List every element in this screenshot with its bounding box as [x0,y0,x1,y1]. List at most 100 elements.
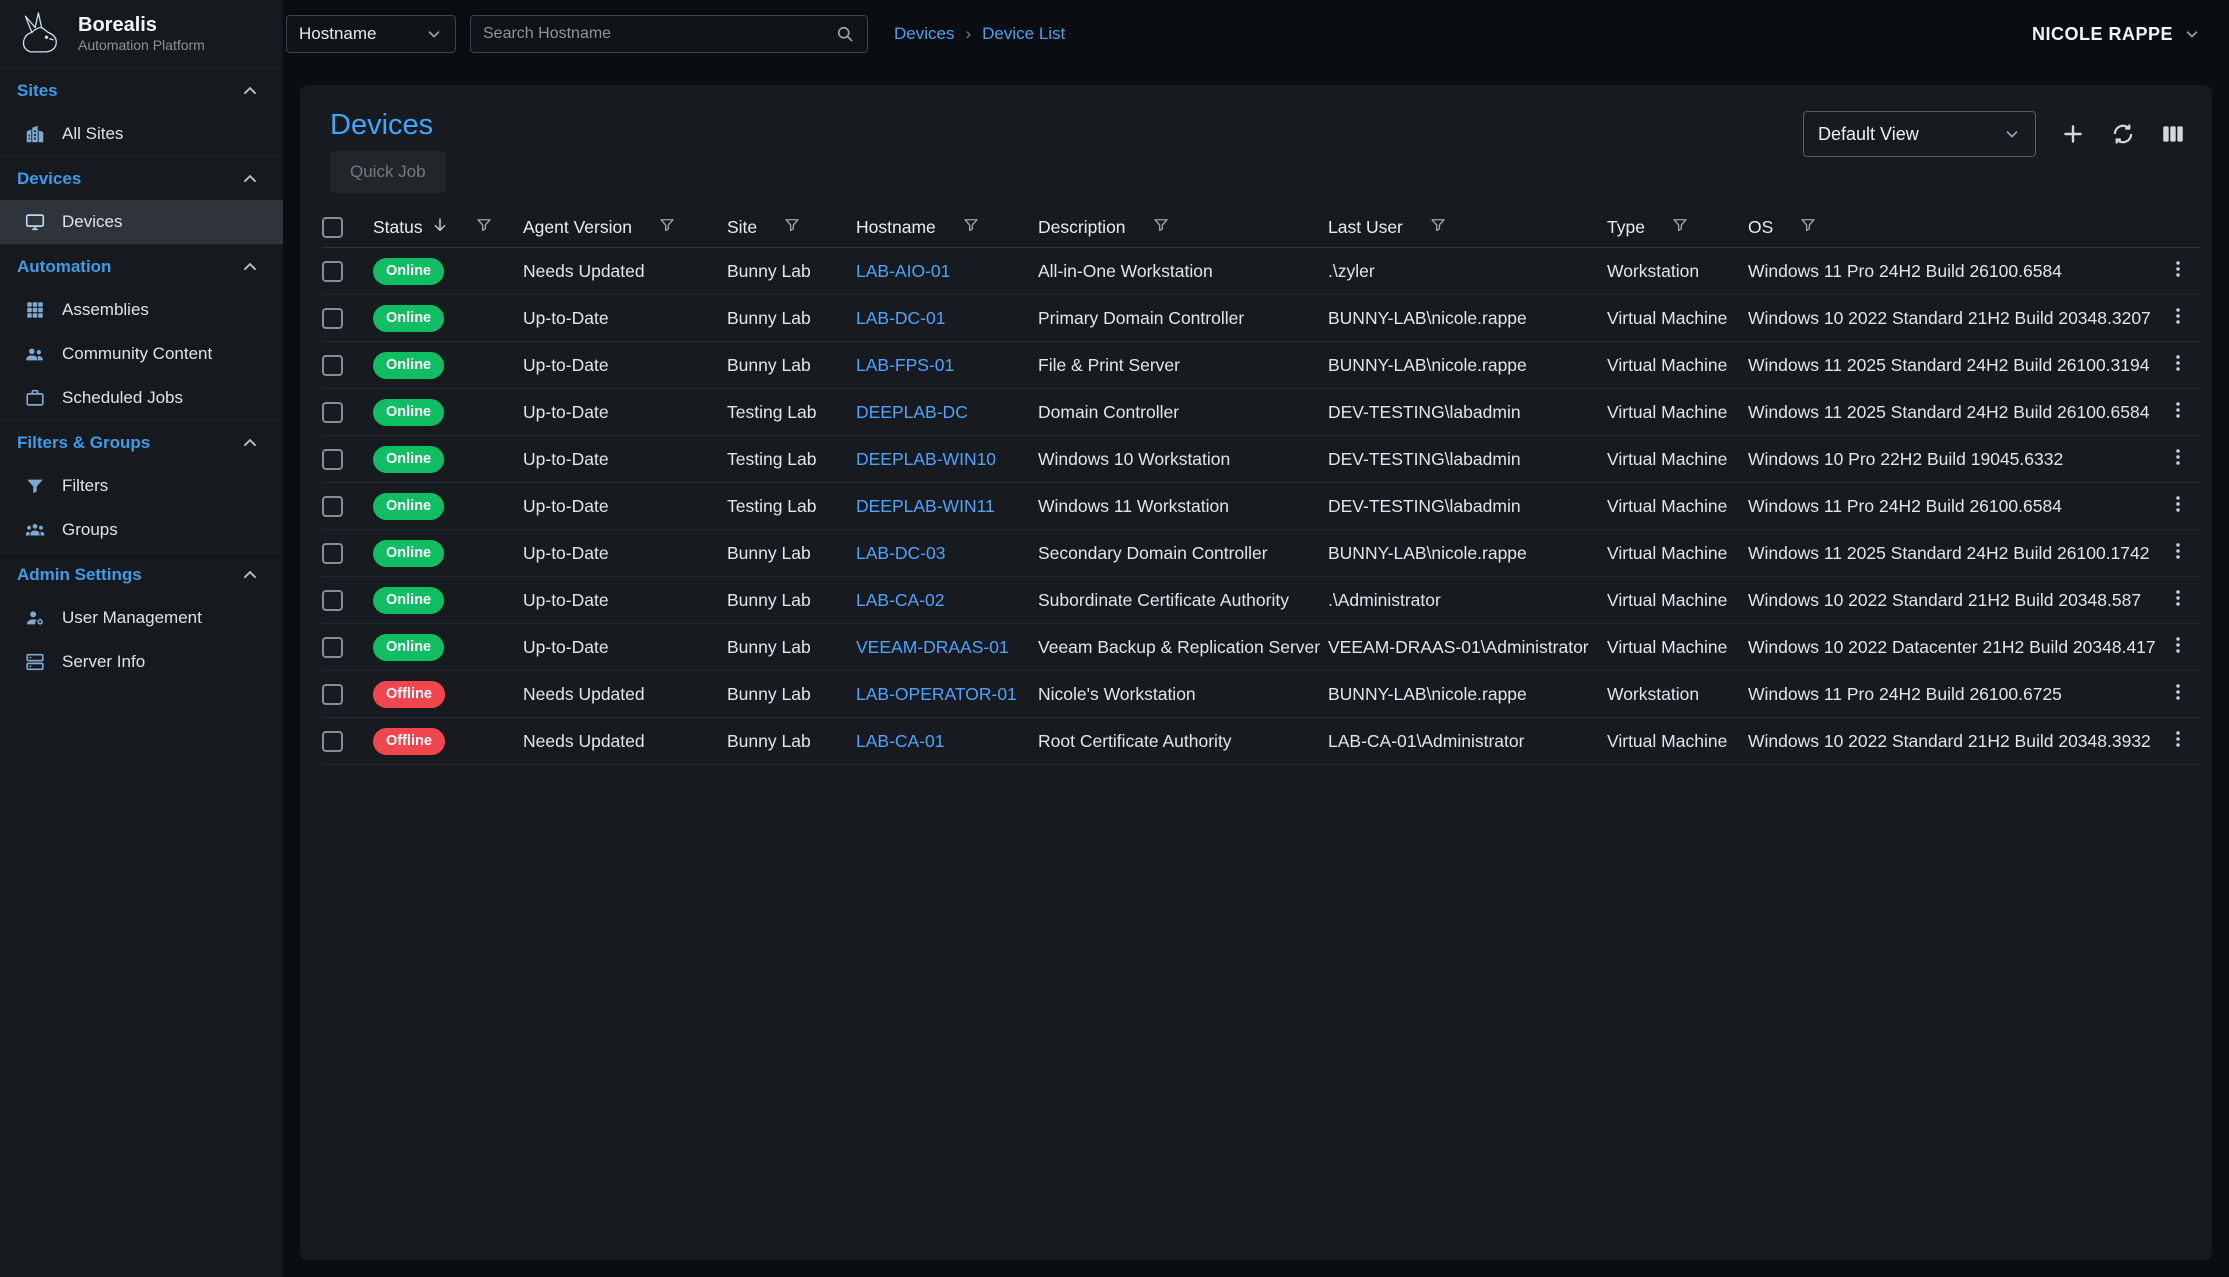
status-badge: Online [373,493,444,520]
row-checkbox[interactable] [322,261,343,282]
row-checkbox[interactable] [322,402,343,423]
header-cell-status: Status [373,216,523,239]
main-card: Devices Default View Quick Job StatusAge… [300,85,2212,1260]
column-header-last-user[interactable]: Last User [1328,217,1403,238]
row-menu-icon[interactable] [2167,399,2189,426]
filter-icon[interactable] [475,216,493,239]
type-cell: Virtual Machine [1607,543,1748,564]
sidebar-item-filters[interactable]: Filters [0,464,283,508]
chevron-down-icon [2003,125,2021,143]
sidebar-nav: SitesAll SitesDevicesDevicesAutomationAs… [0,68,283,684]
row-menu-icon[interactable] [2167,587,2189,614]
row-checkbox[interactable] [322,731,343,752]
hostname-link[interactable]: LAB-OPERATOR-01 [856,684,1017,705]
sidebar-item-assemblies[interactable]: Assemblies [0,288,283,332]
sidebar-item-scheduled-jobs[interactable]: Scheduled Jobs [0,376,283,420]
sidebar-section-filters-groups[interactable]: Filters & Groups [0,420,283,464]
status-badge: Online [373,258,444,285]
column-header-site[interactable]: Site [727,217,757,238]
monitor-icon [24,211,46,233]
user-menu[interactable]: NICOLE RAPPE [2032,24,2201,45]
search-input[interactable] [483,25,835,43]
hostname-link[interactable]: DEEPLAB-DC [856,402,968,423]
breadcrumb-device-list[interactable]: Device List [982,24,1065,44]
filter-icon[interactable] [1671,216,1689,239]
filter-icon[interactable] [1429,216,1447,239]
row-menu-icon[interactable] [2167,305,2189,332]
filter-icon[interactable] [1152,216,1170,239]
sidebar-section-admin-settings[interactable]: Admin Settings [0,552,283,596]
hostname-link[interactable]: LAB-FPS-01 [856,355,954,376]
refresh-icon[interactable] [2110,121,2136,147]
row-menu-icon[interactable] [2167,634,2189,661]
column-header-os[interactable]: OS [1748,217,1773,238]
column-header-agent-version[interactable]: Agent Version [523,217,632,238]
filter-icon[interactable] [962,216,980,239]
column-header-description[interactable]: Description [1038,217,1126,238]
agent-version-cell: Needs Updated [523,261,727,282]
chevron-down-icon [425,25,443,43]
row-menu-icon[interactable] [2167,681,2189,708]
sidebar-item-label: Filters [62,476,108,496]
sidebar-item-all-sites[interactable]: All Sites [0,112,283,156]
chevron-up-icon [240,81,260,101]
column-header-status[interactable]: Status [373,217,423,238]
select-all-checkbox[interactable] [322,217,343,238]
table-row: OnlineUp-to-DateTesting LabDEEPLAB-DCDom… [322,389,2200,436]
row-checkbox[interactable] [322,449,343,470]
row-checkbox[interactable] [322,590,343,611]
add-view-icon[interactable] [2060,121,2086,147]
hostname-link[interactable]: LAB-DC-03 [856,543,945,564]
breadcrumb-devices[interactable]: Devices [894,24,954,44]
hostname-link[interactable]: LAB-DC-01 [856,308,945,329]
filter-icon[interactable] [783,216,801,239]
hostname-link[interactable]: VEEAM-DRAAS-01 [856,637,1009,658]
search-field-select[interactable]: Hostname [286,15,456,53]
row-menu-icon[interactable] [2167,728,2189,755]
filter-icon[interactable] [1799,216,1817,239]
search-field-select-value: Hostname [299,24,376,44]
row-menu-icon[interactable] [2167,446,2189,473]
column-header-type[interactable]: Type [1607,217,1645,238]
row-menu-icon[interactable] [2167,352,2189,379]
sidebar-item-user-management[interactable]: User Management [0,596,283,640]
sidebar-item-groups[interactable]: Groups [0,508,283,552]
columns-icon[interactable] [2160,121,2186,147]
table-row: OnlineUp-to-DateTesting LabDEEPLAB-WIN11… [322,483,2200,530]
agent-version-cell: Up-to-Date [523,308,727,329]
hostname-link[interactable]: LAB-CA-01 [856,731,945,752]
row-checkbox[interactable] [322,543,343,564]
row-checkbox[interactable] [322,637,343,658]
hostname-link[interactable]: LAB-AIO-01 [856,261,950,282]
row-menu-icon[interactable] [2167,258,2189,285]
description-cell: Secondary Domain Controller [1038,543,1328,564]
sidebar-item-label: Groups [62,520,118,540]
agent-version-cell: Up-to-Date [523,355,727,376]
sidebar-item-server-info[interactable]: Server Info [0,640,283,684]
sidebar-section-devices[interactable]: Devices [0,156,283,200]
sidebar-item-devices[interactable]: Devices [0,200,283,244]
hostname-link[interactable]: DEEPLAB-WIN11 [856,496,995,517]
sort-desc-icon[interactable] [431,216,449,239]
view-select[interactable]: Default View [1803,111,2036,157]
search-icon[interactable] [835,24,855,44]
breadcrumb-separator: › [965,24,971,44]
row-menu-icon[interactable] [2167,540,2189,567]
site-cell: Bunny Lab [727,355,856,376]
type-cell: Workstation [1607,684,1748,705]
column-header-hostname[interactable]: Hostname [856,217,936,238]
row-menu-icon[interactable] [2167,493,2189,520]
row-checkbox[interactable] [322,308,343,329]
topbar: Hostname Devices › Device List NICOLE RAPP… [283,0,2229,68]
quick-job-button[interactable]: Quick Job [330,151,446,193]
hostname-link[interactable]: LAB-CA-02 [856,590,945,611]
sidebar-item-community-content[interactable]: Community Content [0,332,283,376]
filter-icon[interactable] [658,216,676,239]
chevron-up-icon [240,257,260,277]
hostname-link[interactable]: DEEPLAB-WIN10 [856,449,996,470]
row-checkbox[interactable] [322,355,343,376]
sidebar-section-sites[interactable]: Sites [0,68,283,112]
row-checkbox[interactable] [322,684,343,705]
sidebar-section-automation[interactable]: Automation [0,244,283,288]
row-checkbox[interactable] [322,496,343,517]
